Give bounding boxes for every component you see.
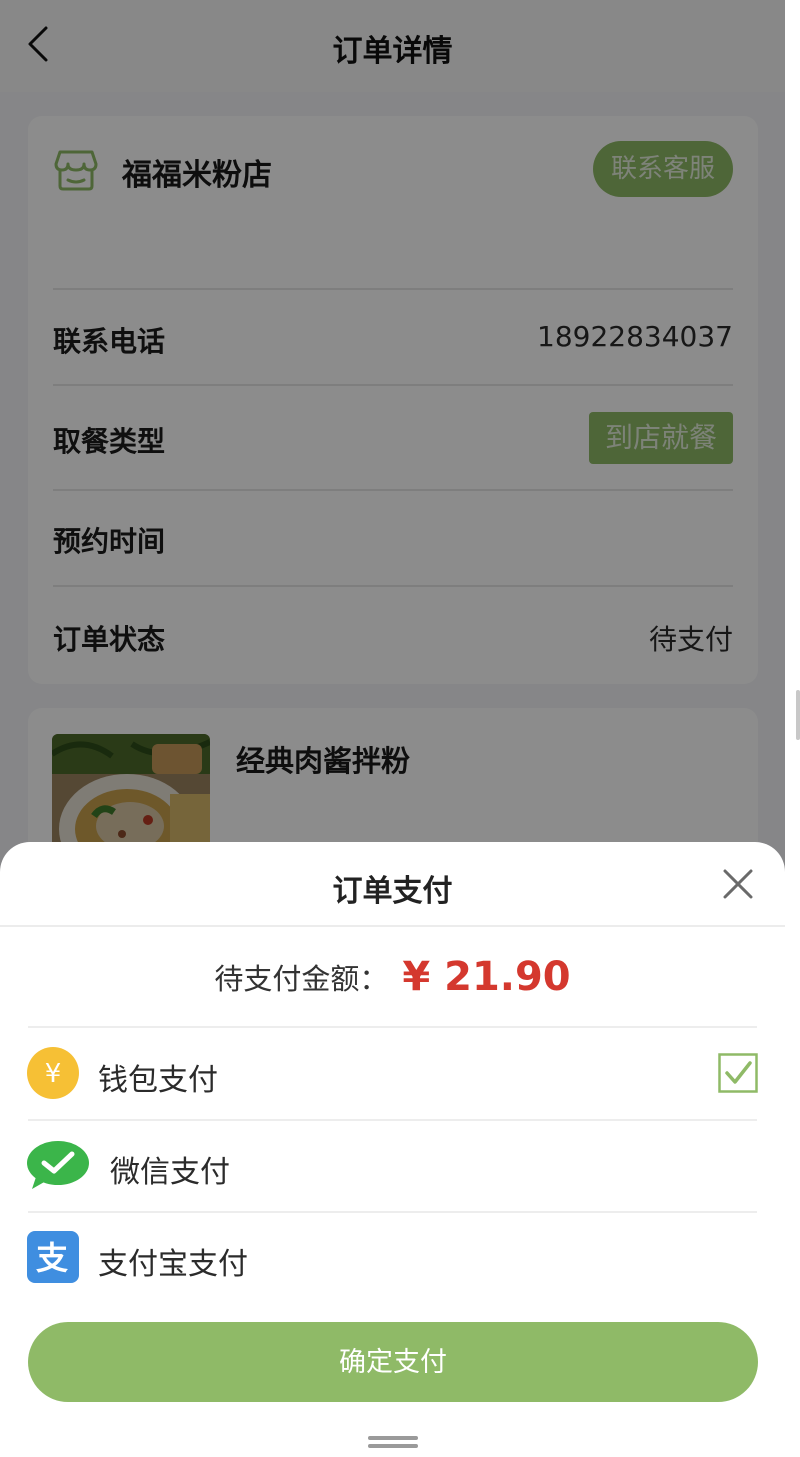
pay-method-label: 微信支付	[110, 1155, 230, 1190]
sheet-title: 订单支付	[332, 874, 453, 909]
pay-method-label: 支付宝支付	[98, 1247, 248, 1282]
checkbox-checked-icon[interactable]	[718, 1053, 758, 1093]
divider	[28, 1026, 757, 1028]
app-screen: 订单详情 福福米粉店 联系客服 联系电话 18922834037 取餐类型 到店…	[0, 0, 785, 1457]
alipay-icon: 支	[27, 1231, 79, 1283]
amount-row: 待支付金额： ¥ 21.90	[0, 954, 785, 1000]
scrollbar-thumb[interactable]	[796, 690, 800, 740]
wallet-yen-icon: ¥	[27, 1047, 79, 1099]
pay-method-wechat[interactable]: 微信支付	[0, 1121, 785, 1211]
pay-method-alipay[interactable]: 支 支付宝支付	[0, 1213, 785, 1303]
close-icon[interactable]	[720, 866, 756, 902]
divider	[0, 925, 785, 927]
svg-text:支: 支	[36, 1239, 68, 1277]
payment-sheet: 订单支付 待支付金额： ¥ 21.90 ¥ 钱包支付 微信支付 支 支付宝支付 …	[0, 842, 785, 1457]
home-indicator	[368, 1444, 418, 1448]
svg-text:¥: ¥	[45, 1059, 62, 1089]
amount-label: 待支付金额：	[214, 962, 389, 996]
confirm-pay-button[interactable]: 确定支付	[28, 1322, 758, 1402]
wechat-pay-icon	[27, 1141, 89, 1189]
pay-method-wallet[interactable]: ¥ 钱包支付	[0, 1029, 785, 1119]
amount-value: ¥ 21.90	[402, 954, 571, 1000]
home-indicator	[368, 1436, 418, 1440]
pay-method-label: 钱包支付	[98, 1063, 218, 1098]
